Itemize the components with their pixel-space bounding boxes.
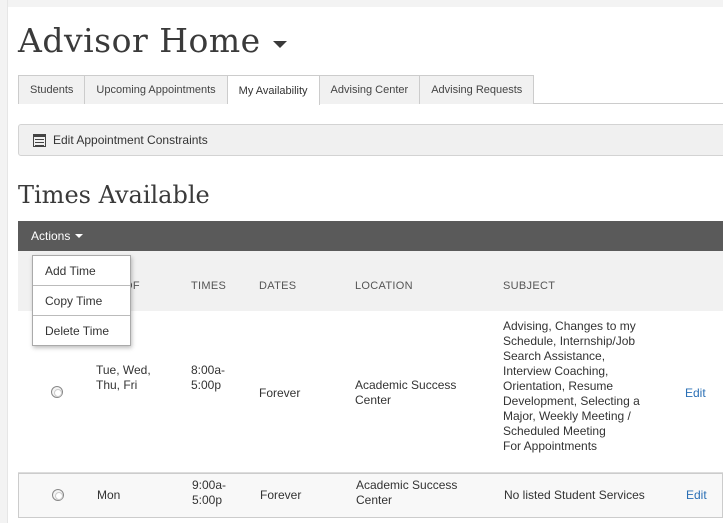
- column-subject[interactable]: SUBJECT: [503, 280, 555, 292]
- row-days: Tue, Wed, Thu, Fri: [96, 363, 151, 392]
- section-title: Times Available: [18, 181, 210, 209]
- calendar-icon: [33, 133, 46, 147]
- row-subject: Advising, Changes to my Schedule, Intern…: [503, 319, 640, 453]
- edit-appointment-constraints-label: Edit Appointment Constraints: [53, 133, 208, 147]
- tab-students[interactable]: Students: [18, 75, 86, 104]
- row-times: 9:00a- 5:00p: [192, 478, 227, 507]
- title-chevron-down-icon[interactable]: [272, 40, 287, 48]
- left-gutter: [0, 0, 8, 523]
- tab-my-availability[interactable]: My Availability: [227, 75, 320, 105]
- actions-label: Actions: [31, 229, 71, 243]
- row-subject: No listed Student Services: [504, 488, 645, 502]
- tab-bar: Students Upcoming Appointments My Availa…: [18, 75, 723, 105]
- column-times[interactable]: TIMES: [191, 280, 226, 292]
- actions-menu: Add Time Copy Time Delete Time: [32, 255, 131, 346]
- row-select-radio[interactable]: [52, 489, 64, 501]
- row-edit-link[interactable]: Edit: [686, 488, 707, 502]
- column-dates[interactable]: DATES: [259, 280, 296, 292]
- page-title-text: Advisor Home: [18, 20, 261, 60]
- tab-upcoming-appointments[interactable]: Upcoming Appointments: [85, 75, 228, 104]
- row-dates: Forever: [260, 488, 302, 502]
- row-select-radio[interactable]: [51, 386, 63, 398]
- page-title[interactable]: Advisor Home: [18, 18, 287, 62]
- menu-item-delete-time[interactable]: Delete Time: [33, 316, 130, 346]
- row-location: Academic Success Center: [356, 478, 458, 507]
- menu-item-copy-time[interactable]: Copy Time: [33, 286, 130, 316]
- row-dates: Forever: [259, 386, 301, 400]
- column-location[interactable]: LOCATION: [355, 280, 413, 292]
- table-row: Mon 9:00a- 5:00p Forever Academic Succes…: [18, 473, 723, 518]
- row-days: Mon: [97, 488, 121, 502]
- top-gutter: [8, 0, 723, 7]
- actions-dropdown-toggle[interactable]: Actions: [31, 221, 84, 251]
- tab-advising-requests[interactable]: Advising Requests: [420, 75, 535, 104]
- edit-appointment-constraints-button[interactable]: Edit Appointment Constraints: [18, 124, 723, 156]
- row-location: Academic Success Center: [355, 378, 457, 407]
- tab-advising-center[interactable]: Advising Center: [319, 75, 421, 104]
- menu-item-add-time[interactable]: Add Time: [33, 256, 130, 286]
- row-edit-link[interactable]: Edit: [685, 386, 706, 400]
- actions-chevron-down-icon: [75, 234, 84, 238]
- row-times: 8:00a- 5:00p: [191, 363, 226, 392]
- actions-bar: Actions: [18, 221, 723, 251]
